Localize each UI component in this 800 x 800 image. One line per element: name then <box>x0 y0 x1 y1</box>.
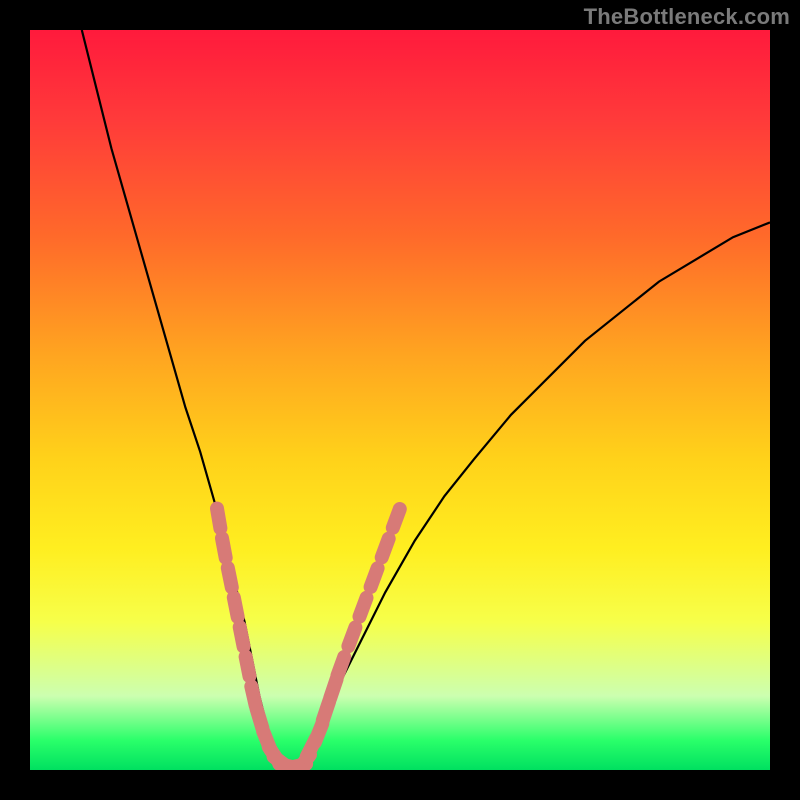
curve-marker <box>382 539 389 558</box>
watermark-text: TheBottleneck.com <box>584 4 790 30</box>
curve-marker <box>222 538 226 558</box>
marker-group <box>217 509 400 771</box>
curve-marker <box>228 568 232 588</box>
curve-marker <box>360 598 367 617</box>
curve-marker <box>217 509 220 529</box>
curve-marker <box>371 568 378 587</box>
bottleneck-curve <box>82 30 770 770</box>
chart-frame: TheBottleneck.com <box>0 0 800 800</box>
curve-marker <box>348 627 355 646</box>
curve-marker <box>234 597 238 617</box>
curve-marker <box>246 657 250 677</box>
curve-marker <box>337 657 344 676</box>
plot-area <box>30 30 770 770</box>
bottleneck-curve-svg <box>30 30 770 770</box>
curve-marker <box>393 509 400 528</box>
curve-marker <box>240 627 244 647</box>
